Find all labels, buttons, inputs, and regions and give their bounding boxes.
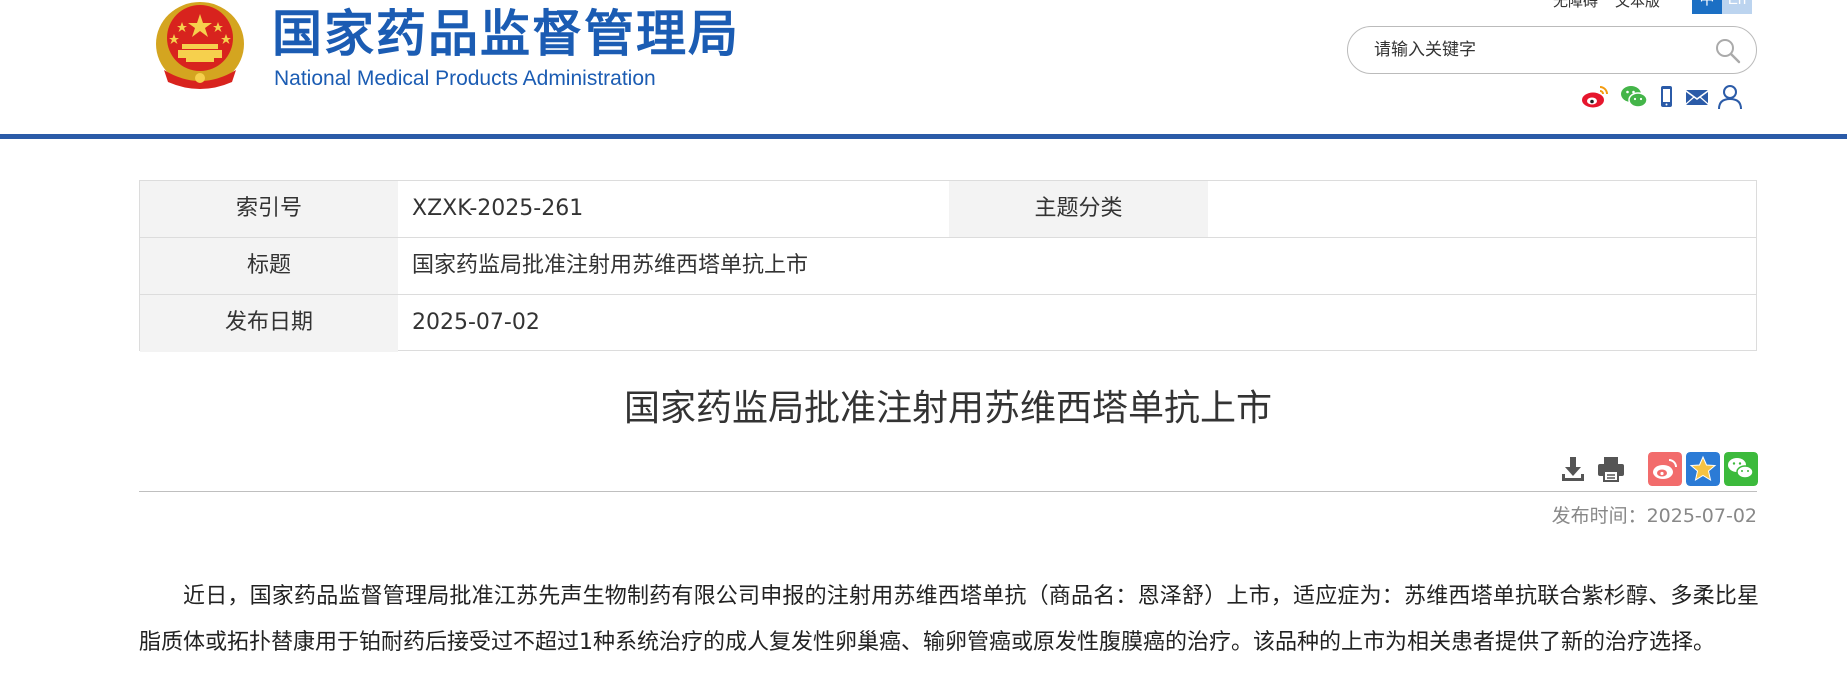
article-body: 近日，国家药品监督管理局批准江苏先声生物制药有限公司申报的注射用苏维西塔单抗（商… bbox=[139, 584, 1759, 655]
national-emblem-logo[interactable] bbox=[152, 0, 248, 92]
user-icon[interactable] bbox=[1716, 84, 1744, 110]
lang-en-button[interactable]: En bbox=[1722, 0, 1752, 14]
meta-row-title: 标题 国家药监局批准注射用苏维西塔单抗上市 bbox=[140, 238, 1756, 295]
index-number-label: 索引号 bbox=[140, 181, 398, 237]
title-label: 标题 bbox=[140, 238, 398, 294]
text-version-link[interactable]: 文本版 bbox=[1615, 0, 1660, 10]
index-number-value: XZXK-2025-261 bbox=[412, 196, 584, 221]
title-divider bbox=[139, 491, 1757, 492]
meta-row-index: 索引号 XZXK-2025-261 主题分类 bbox=[140, 181, 1756, 238]
publish-date-value: 2025-07-02 bbox=[412, 310, 540, 335]
site-header: 国家药品监督管理局 National Medical Products Admi… bbox=[0, 0, 1847, 134]
mail-icon[interactable] bbox=[1683, 84, 1711, 110]
download-icon[interactable] bbox=[1556, 452, 1590, 486]
site-subtitle[interactable]: National Medical Products Administration bbox=[274, 66, 656, 92]
wechat-share-icon[interactable] bbox=[1724, 452, 1758, 486]
search-icon[interactable] bbox=[1714, 37, 1742, 65]
weibo-share-icon[interactable] bbox=[1648, 452, 1682, 486]
publish-date-label: 发布日期 bbox=[140, 295, 398, 352]
category-label: 主题分类 bbox=[949, 181, 1208, 237]
title-value: 国家药监局批准注射用苏维西塔单抗上市 bbox=[412, 253, 809, 278]
publish-time-label: 发布时间： bbox=[1551, 505, 1647, 527]
publish-time: 发布时间：2025-07-02 bbox=[1552, 504, 1757, 528]
meta-row-date: 发布日期 2025-07-02 bbox=[140, 295, 1756, 352]
lang-cn-button[interactable]: 中 bbox=[1692, 0, 1722, 14]
favorite-share-icon[interactable] bbox=[1686, 452, 1720, 486]
metadata-table: 索引号 XZXK-2025-261 主题分类 标题 国家药监局批准注射用苏维西塔… bbox=[139, 180, 1757, 352]
mobile-icon[interactable] bbox=[1652, 84, 1680, 110]
search-input[interactable] bbox=[1374, 37, 1704, 63]
print-icon[interactable] bbox=[1594, 452, 1628, 486]
accessibility-link[interactable]: 无障碍 bbox=[1553, 0, 1598, 10]
site-title[interactable]: 国家药品监督管理局 bbox=[272, 2, 740, 66]
search-box bbox=[1347, 26, 1757, 74]
article-title: 国家药监局批准注射用苏维西塔单抗上市 bbox=[623, 388, 1272, 429]
weibo-icon[interactable] bbox=[1581, 84, 1609, 110]
publish-time-value: 2025-07-02 bbox=[1646, 505, 1757, 527]
wechat-icon[interactable] bbox=[1620, 84, 1648, 110]
header-divider-bar bbox=[0, 134, 1847, 139]
